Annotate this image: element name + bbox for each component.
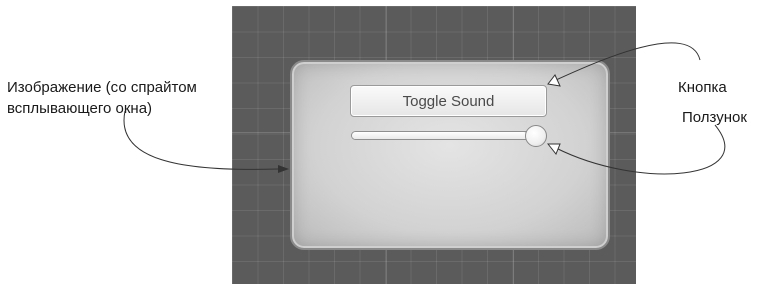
slider-fill (352, 132, 527, 139)
image-callout-line2: всплывающего окна) (7, 100, 153, 117)
image-callout: Изображение (со спрайтом всплывающего ок… (7, 77, 197, 119)
slider-knob[interactable] (525, 125, 547, 147)
toggle-sound-button[interactable]: Toggle Sound (350, 85, 547, 117)
slider-callout: Ползунок (682, 109, 747, 126)
sound-slider[interactable] (351, 131, 541, 140)
image-callout-line1: Изображение (со спрайтом (7, 79, 197, 96)
button-callout: Кнопка (678, 79, 727, 96)
